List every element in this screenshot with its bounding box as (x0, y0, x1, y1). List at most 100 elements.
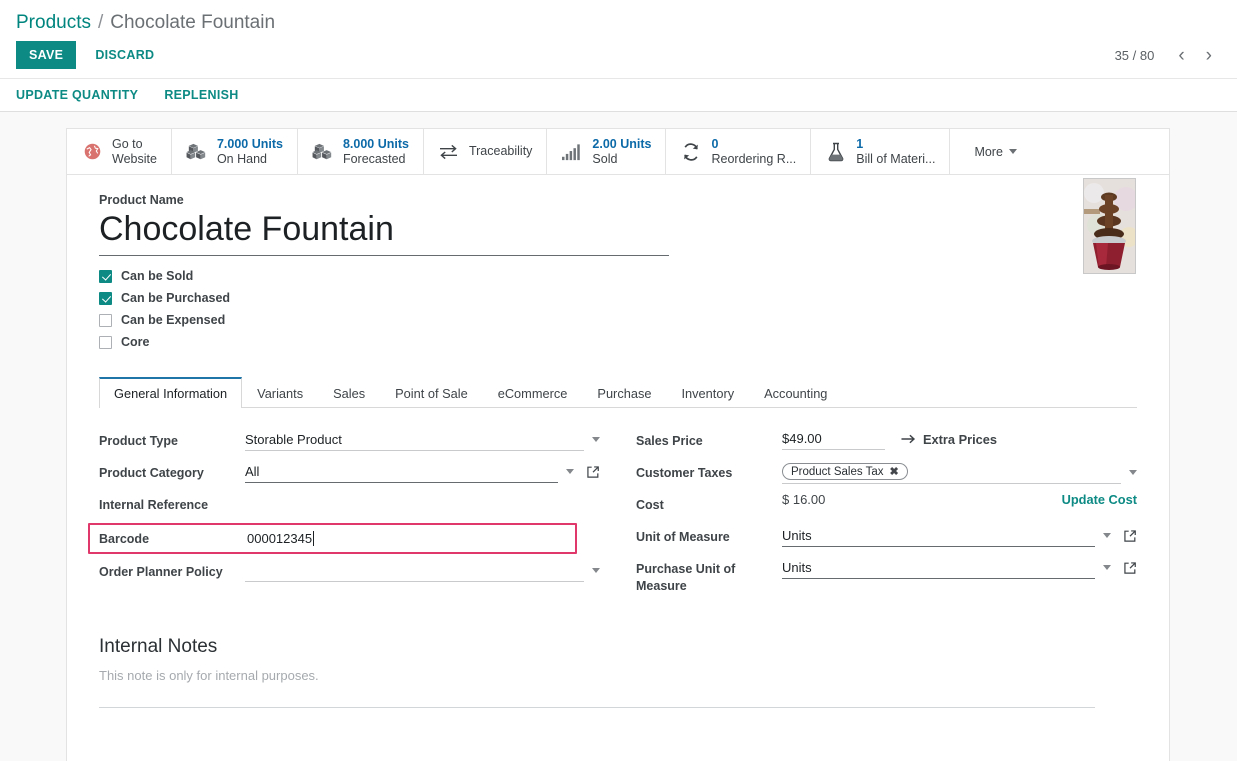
stat-button-traceability[interactable]: Traceability (424, 129, 548, 174)
stat-sold-label: Sold (592, 151, 618, 166)
product-category-control: All (245, 460, 600, 484)
product-type-select[interactable]: Storable Product (245, 428, 584, 452)
product-category-select[interactable]: All (245, 460, 558, 484)
tab-purchase[interactable]: Purchase (582, 377, 666, 408)
tag-product-sales-tax[interactable]: Product Sales Tax ✖ (782, 463, 908, 481)
internal-reference-control (245, 492, 600, 515)
more-label: More (974, 144, 1003, 159)
bar-chart-icon (561, 141, 583, 163)
chevron-down-icon[interactable] (1103, 565, 1111, 571)
stat-button-on-hand[interactable]: 7.000 Units On Hand (172, 129, 298, 174)
tab-accounting[interactable]: Accounting (749, 377, 842, 408)
field-row-unit-of-measure: Unit of Measure Units (636, 524, 1137, 549)
checkbox-can-be-purchased[interactable] (99, 291, 112, 305)
replenish-button[interactable]: REPLENISH (164, 80, 248, 110)
customer-taxes-input[interactable]: Product Sales Tax ✖ (782, 460, 1121, 485)
order-planner-policy-select[interactable] (245, 559, 584, 583)
cost-control: $ 16.00 Update Cost (782, 492, 1137, 507)
field-row-purchase-unit-of-measure: Purchase Unit of Measure Units (636, 556, 1137, 595)
extra-prices-link[interactable]: Extra Prices (901, 432, 997, 447)
external-link-icon[interactable] (586, 465, 600, 479)
tab-general-information[interactable]: General Information (99, 377, 243, 409)
field-row-order-planner-policy: Order Planner Policy (99, 559, 600, 584)
update-quantity-button[interactable]: UPDATE QUANTITY (16, 80, 148, 110)
breadcrumb-root-link[interactable]: Products (16, 12, 91, 34)
stat-forecasted-label: Forecasted (342, 151, 406, 166)
stat-button-label-block: 1 Bill of Materi... (856, 137, 935, 166)
unit-of-measure-select[interactable]: Units (782, 524, 1095, 548)
update-cost-link[interactable]: Update Cost (1062, 492, 1137, 507)
external-link-icon[interactable] (1123, 529, 1137, 543)
breadcrumb: Products / Chocolate Fountain (0, 0, 1237, 36)
form-left-column: Product Type Storable Product Product Ca… (88, 428, 600, 602)
stat-bom-value: 1 (856, 137, 864, 152)
save-button[interactable]: SAVE (16, 41, 77, 69)
tab-point-of-sale[interactable]: Point of Sale (380, 377, 483, 408)
product-type-control: Storable Product (245, 428, 600, 452)
chevron-down-icon (1008, 149, 1017, 154)
stat-button-sold[interactable]: 2.00 Units Sold (547, 129, 667, 174)
order-planner-policy-label: Order Planner Policy (99, 565, 223, 580)
checkbox-can-be-sold[interactable] (99, 269, 112, 283)
field-row-product-type: Product Type Storable Product (99, 428, 600, 453)
checkbox-row-can-be-expensed[interactable]: Can be Expensed (99, 313, 1137, 327)
checkbox-row-can-be-purchased[interactable]: Can be Purchased (99, 291, 1137, 305)
tab-sales[interactable]: Sales (318, 377, 380, 408)
chevron-down-icon[interactable] (1129, 469, 1137, 475)
stat-button-label-block: 7.000 Units On Hand (217, 137, 283, 166)
chevron-down-icon[interactable] (566, 469, 574, 475)
barcode-input[interactable]: 000012345 (247, 527, 566, 550)
internal-notes-heading: Internal Notes (99, 635, 218, 657)
field-row-customer-taxes: Customer Taxes Product Sales Tax ✖ (636, 460, 1137, 485)
stat-button-label-block: 8.000 Units Forecasted (343, 137, 409, 166)
chevron-down-icon[interactable] (1103, 533, 1111, 539)
stat-button-more-dropdown[interactable]: More (956, 129, 1034, 174)
tab-variants[interactable]: Variants (242, 377, 318, 408)
internal-reference-input[interactable] (245, 492, 600, 515)
field-row-cost: Cost $ 16.00 Update Cost (636, 492, 1137, 517)
control-panel: Products / Chocolate Fountain SAVE DISCA… (0, 0, 1237, 112)
extra-prices-label: Extra Prices (923, 431, 997, 447)
stat-button-reordering-rules[interactable]: 0 Reordering R... (666, 129, 812, 174)
internal-notes-input[interactable]: This note is only for internal purposes. (99, 668, 1095, 708)
text-cursor (313, 531, 315, 547)
unit-of-measure-label: Unit of Measure (636, 530, 730, 545)
field-row-barcode-highlighted: Barcode 000012345 (88, 523, 577, 555)
product-name-input[interactable]: Chocolate Fountain (99, 208, 669, 257)
tab-ecommerce[interactable]: eCommerce (483, 377, 583, 408)
stat-go-to-website-line1: Go to (112, 137, 143, 152)
sales-price-input[interactable]: $49.00 (782, 428, 885, 451)
barcode-label: Barcode (99, 532, 150, 547)
checkbox-core[interactable] (99, 335, 112, 349)
chevron-right-icon[interactable]: › (1197, 44, 1221, 67)
cost-label: Cost (636, 498, 664, 513)
checkbox-row-core[interactable]: Core (99, 335, 1137, 349)
checkbox-label-can-be-purchased: Can be Purchased (121, 291, 231, 306)
stat-button-bill-of-materials[interactable]: 1 Bill of Materi... (811, 129, 951, 174)
chevron-left-icon[interactable]: ‹ (1169, 44, 1193, 67)
stat-button-forecasted[interactable]: 8.000 Units Forecasted (298, 129, 424, 174)
sheet-background: Go to Website 7.000 Units On Hand 8.000 … (0, 112, 1237, 761)
stat-button-go-to-website[interactable]: Go to Website (67, 129, 172, 174)
pager-count: 35 / 80 (1114, 48, 1155, 63)
breadcrumb-separator: / (97, 11, 104, 33)
product-type-label: Product Type (99, 434, 178, 449)
field-row-product-category: Product Category All (99, 460, 600, 485)
stat-forecasted-value: 8.000 Units (342, 137, 409, 152)
checkbox-row-can-be-sold[interactable]: Can be Sold (99, 269, 1137, 283)
product-image[interactable] (1083, 178, 1136, 274)
title-block: Product Name Chocolate Fountain Can be S… (67, 175, 1169, 349)
boxes-icon (312, 141, 334, 163)
stat-sold-value: 2.00 Units (592, 137, 652, 152)
close-icon[interactable]: ✖ (889, 465, 898, 478)
stat-reordering-value: 0 (711, 137, 719, 152)
discard-button[interactable]: DISCARD (82, 41, 167, 69)
tab-inventory[interactable]: Inventory (666, 377, 749, 408)
chevron-down-icon[interactable] (592, 437, 600, 443)
chevron-down-icon[interactable] (592, 568, 600, 574)
purchase-unit-of-measure-select[interactable]: Units (782, 556, 1095, 580)
external-link-icon[interactable] (1123, 561, 1137, 575)
checkbox-can-be-expensed[interactable] (99, 313, 112, 327)
stat-on-hand-label: On Hand (216, 151, 267, 166)
sales-price-control: $49.00 Extra Prices (782, 428, 1137, 451)
